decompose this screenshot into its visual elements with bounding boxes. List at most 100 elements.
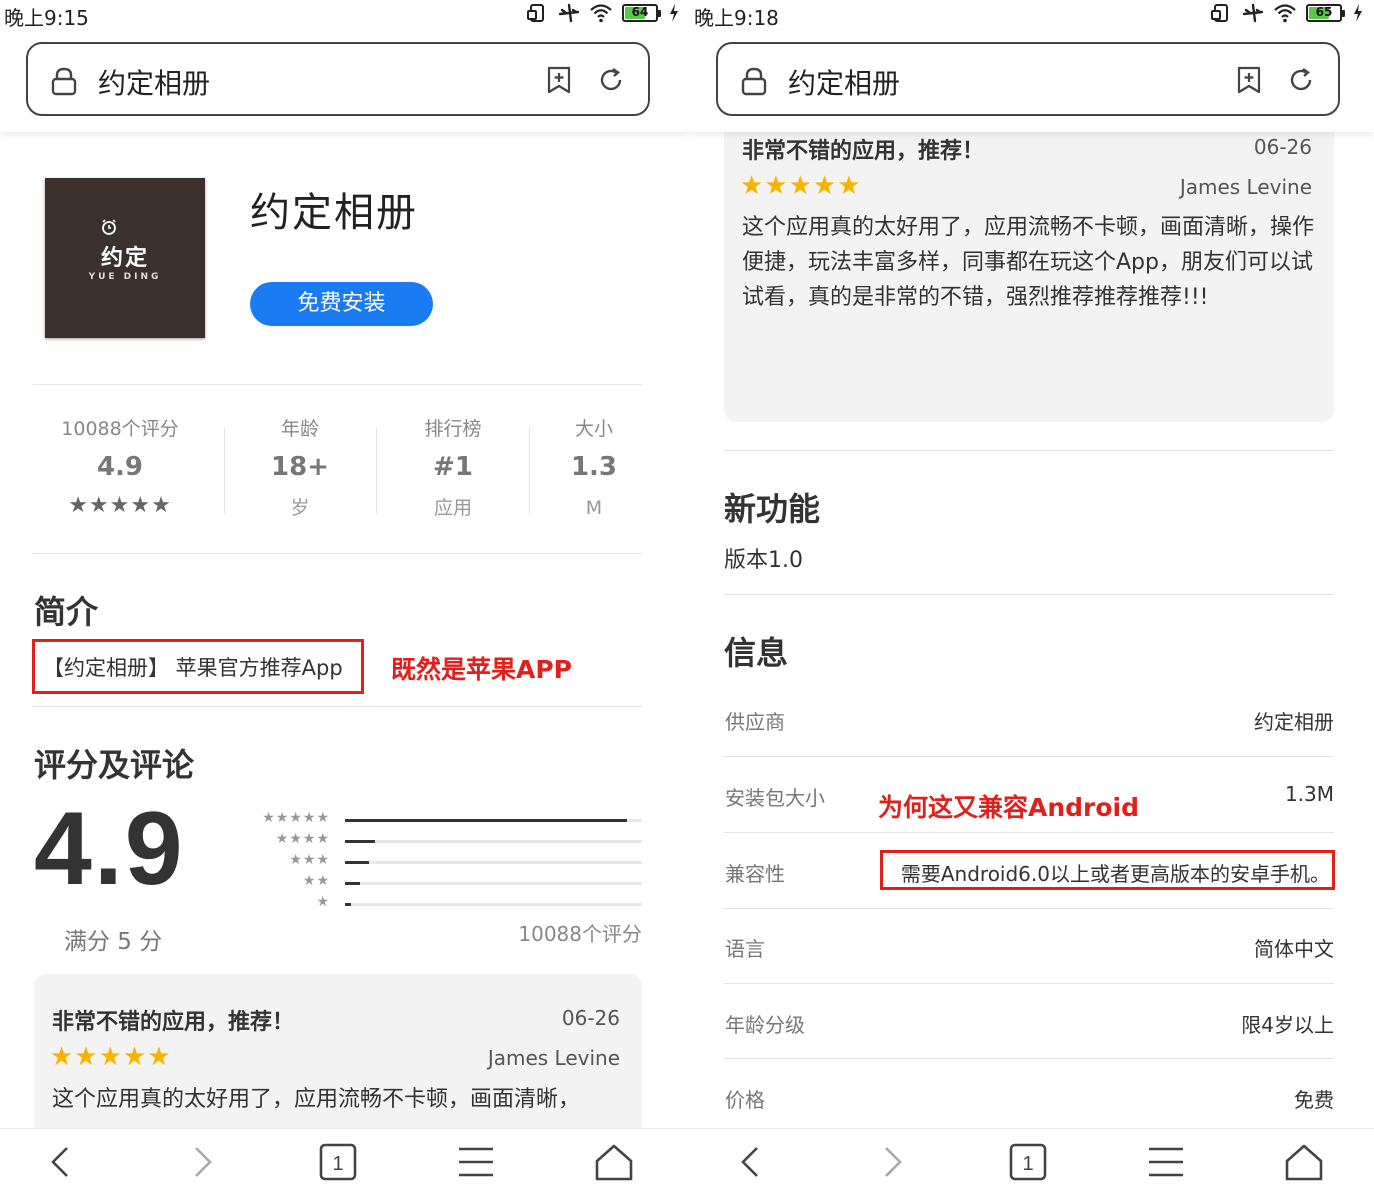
airplane-icon <box>558 3 580 23</box>
rotate-icon <box>1211 4 1228 22</box>
histogram-row: ★★★ <box>240 852 642 872</box>
airplane-icon <box>1242 3 1264 23</box>
histogram-stars: ★★ <box>302 873 330 889</box>
info-value-vendor: 约定相册 <box>1254 710 1334 734</box>
stat-chart-value: #1 <box>433 452 473 482</box>
stat-ratings-stars: ★★★★★ <box>68 493 172 518</box>
status-time: 晚上9:15 <box>4 6 89 30</box>
divider <box>33 384 642 385</box>
stat-chart-sub: 应用 <box>433 497 472 519</box>
stat-size-sub: M <box>585 497 603 519</box>
browser-toolbar: 约定相册 <box>0 30 690 132</box>
reload-icon[interactable] <box>1286 65 1316 95</box>
rating-score: 4.9 <box>34 791 185 907</box>
histogram-bar <box>345 861 369 864</box>
page-content: 非常不错的应用，推荐！ 06-26 ★★★★★ James Levine 这个应… <box>690 132 1374 1128</box>
review-author: James Levine <box>1179 175 1312 199</box>
screen-right: 晚上9:18 65 约定相册 非常不错的应用，推荐！ 06-26 ★★★★★ J… <box>690 0 1374 1194</box>
divider <box>33 706 642 707</box>
svg-text:1: 1 <box>332 1153 343 1175</box>
tabs-icon[interactable]: 1 <box>318 1142 358 1182</box>
review-body: 这个应用真的太好用了，应用流畅不卡顿，画面清晰，操作便捷，玩法丰富多样，同事都在… <box>742 215 1315 310</box>
tabs-icon[interactable]: 1 <box>1008 1142 1048 1182</box>
app-icon-logo-text: 约定 <box>100 245 149 271</box>
menu-icon[interactable] <box>456 1142 496 1182</box>
info-label-price: 价格 <box>725 1088 765 1112</box>
histogram-row: ★★★★★ <box>240 810 642 830</box>
stat-size-value: 1.3 <box>570 452 618 482</box>
screen-left: 晚上9:15 64 约定相册 约定 YUE DING 约定相册 免费安装 100… <box>0 0 690 1194</box>
info-label-age-rating: 年龄分级 <box>725 1013 805 1037</box>
charging-icon <box>670 4 678 22</box>
histogram-track <box>345 903 642 906</box>
divider <box>724 832 1334 833</box>
lock-icon <box>741 67 767 96</box>
stat-ratings: 10088个评分 4.9 ★★★★★ <box>55 417 185 518</box>
address-bar[interactable]: 约定相册 <box>26 42 650 116</box>
divider <box>724 1058 1334 1059</box>
lock-icon <box>51 67 77 96</box>
back-icon[interactable] <box>42 1142 82 1182</box>
svg-text:1: 1 <box>1022 1153 1033 1175</box>
info-value-compat: 需要Android6.0以上或者更高版本的安卓手机。 <box>900 862 1330 886</box>
bookmark-add-icon[interactable] <box>1234 65 1264 95</box>
home-icon[interactable] <box>1284 1142 1324 1182</box>
histogram-stars: ★★★★ <box>275 831 330 847</box>
app-icon: 约定 YUE DING <box>45 178 205 338</box>
wifi-icon <box>590 4 612 23</box>
browser-toolbar: 约定相册 <box>690 30 1374 132</box>
histogram-track <box>345 882 642 885</box>
status-icons: 64 <box>526 2 680 24</box>
annotation-android: 为何这又兼容Android <box>878 793 1140 822</box>
info-value-language: 简体中文 <box>1254 937 1334 961</box>
address-bar[interactable]: 约定相册 <box>716 42 1340 116</box>
divider <box>724 594 1334 595</box>
wifi-icon <box>1274 4 1296 23</box>
reload-icon[interactable] <box>596 65 626 95</box>
home-icon[interactable] <box>594 1142 634 1182</box>
intro-text: 【约定相册】 苹果官方推荐App <box>43 656 343 680</box>
review-date: 06-26 <box>561 1006 620 1030</box>
histogram-row: ★★★★ <box>240 831 642 851</box>
review-title: 非常不错的应用，推荐！ <box>742 139 985 164</box>
histogram-bar <box>345 840 375 843</box>
histogram-stars: ★★★ <box>289 852 330 868</box>
histogram-track <box>345 819 642 822</box>
menu-icon[interactable] <box>1146 1142 1186 1182</box>
address-title: 约定相册 <box>98 67 211 100</box>
info-label-language: 语言 <box>725 937 765 961</box>
stat-ratings-label: 10088个评分 <box>61 418 179 440</box>
battery-level: 65 <box>1315 5 1333 19</box>
rotate-icon <box>527 4 544 22</box>
charging-icon <box>1354 4 1362 22</box>
histogram-row: ★★ <box>240 873 642 893</box>
back-icon[interactable] <box>732 1142 772 1182</box>
alarm-clock-icon <box>102 219 116 235</box>
info-label-vendor: 供应商 <box>725 710 785 734</box>
stat-divider <box>376 428 377 514</box>
bottom-nav: 1 <box>690 1128 1374 1194</box>
histogram-bar <box>345 903 351 906</box>
review-author: James Levine <box>487 1046 620 1070</box>
info-value-age-rating: 限4岁以上 <box>1241 1013 1334 1037</box>
battery-level: 64 <box>631 5 649 19</box>
bookmark-add-icon[interactable] <box>544 65 574 95</box>
stat-size-label: 大小 <box>574 418 613 440</box>
stat-age-value: 18+ <box>271 452 329 482</box>
histogram-stars: ★★★★★ <box>262 810 330 826</box>
battery-indicator: 65 <box>1306 4 1345 22</box>
stat-size: 大小 1.3 M <box>554 417 634 523</box>
histogram-row: ★ <box>240 894 642 914</box>
forward-icon[interactable] <box>872 1142 912 1182</box>
install-button[interactable]: 免费安装 <box>250 282 433 326</box>
ratings-title: 评分及评论 <box>34 746 195 784</box>
app-icon-logo-sub: YUE DING <box>88 272 162 282</box>
stat-age-sub: 岁 <box>290 497 310 519</box>
status-time: 晚上9:18 <box>694 6 779 30</box>
histogram-stars: ★ <box>316 894 330 910</box>
intro-title: 简介 <box>34 593 99 631</box>
divider <box>724 908 1334 909</box>
review-date: 06-26 <box>1253 135 1312 159</box>
divider <box>724 983 1334 984</box>
forward-icon[interactable] <box>182 1142 222 1182</box>
